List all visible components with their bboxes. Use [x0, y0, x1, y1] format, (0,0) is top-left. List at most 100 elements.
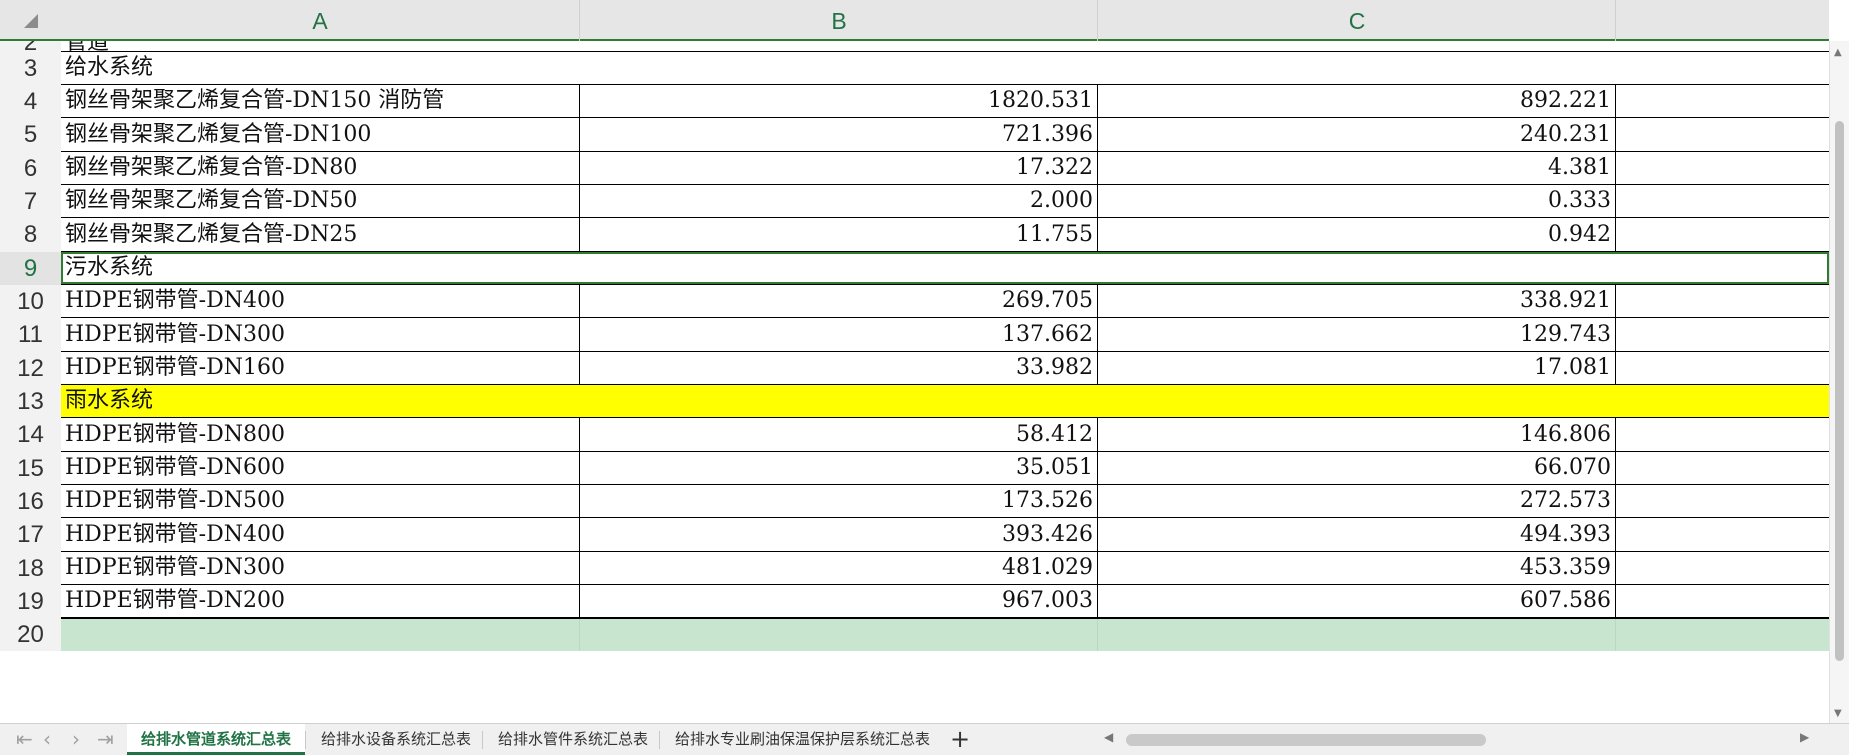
next-sheet-icon[interactable]: ›	[72, 727, 80, 751]
cell-c[interactable]: 146.806	[1097, 418, 1615, 452]
cell-a[interactable]: HDPE钢带管-DN200	[61, 585, 579, 618]
cell-c[interactable]: 453.359	[1097, 552, 1615, 585]
cell-d[interactable]	[1615, 85, 1829, 118]
table-row[interactable]: 20	[0, 618, 1829, 651]
row-number[interactable]: 4	[0, 85, 61, 118]
cell-d[interactable]	[1615, 585, 1829, 618]
column-header-c[interactable]: C	[1097, 0, 1616, 41]
row-number[interactable]: 2	[0, 41, 61, 55]
cell-d[interactable]	[1615, 218, 1829, 252]
section-row[interactable]: 13 雨水系统	[0, 385, 1829, 418]
cell-c[interactable]: 0.942	[1097, 218, 1615, 252]
cell-d[interactable]	[1615, 118, 1829, 152]
partial-cell[interactable]: 管道	[61, 41, 1829, 52]
table-row[interactable]: 6 钢丝骨架聚乙烯复合管-DN80 17.322 4.381	[0, 152, 1829, 185]
scroll-up-icon[interactable]: ▲	[1834, 47, 1842, 58]
sheet-tab[interactable]: 给排水管件系统汇总表	[484, 724, 662, 755]
row-number[interactable]: 7	[0, 185, 61, 218]
cell-d[interactable]	[1615, 485, 1829, 518]
cell-c[interactable]: 338.921	[1097, 285, 1615, 318]
cell-a[interactable]: HDPE钢带管-DN500	[61, 485, 579, 518]
section-title-cell[interactable]: 雨水系统	[61, 385, 1829, 418]
sheet-tab[interactable]: 给排水专业刷油保温保护层系统汇总表	[661, 724, 944, 755]
cell-a[interactable]: 钢丝骨架聚乙烯复合管-DN25	[61, 218, 579, 252]
cell-b[interactable]: 2.000	[579, 185, 1097, 218]
cell-c[interactable]: 66.070	[1097, 452, 1615, 485]
cell-b[interactable]: 17.322	[579, 152, 1097, 185]
last-sheet-icon[interactable]: ⇥	[97, 727, 114, 751]
cell-c[interactable]: 17.081	[1097, 352, 1615, 385]
table-row[interactable]: 11 HDPE钢带管-DN300 137.662 129.743	[0, 318, 1829, 352]
cell-c[interactable]: 0.333	[1097, 185, 1615, 218]
sheet-tab[interactable]: 给排水管道系统汇总表	[127, 724, 306, 755]
row-number[interactable]: 18	[0, 552, 61, 585]
row-number[interactable]: 6	[0, 152, 61, 185]
cell-b[interactable]: 11.755	[579, 218, 1097, 252]
cell-a[interactable]: HDPE钢带管-DN400	[61, 285, 579, 318]
cell-b[interactable]: 393.426	[579, 518, 1097, 552]
cell-c[interactable]: 607.586	[1097, 585, 1615, 618]
cell-c[interactable]: 240.231	[1097, 118, 1615, 152]
table-row[interactable]: 2管道	[0, 41, 1829, 55]
table-row[interactable]: 17 HDPE钢带管-DN400 393.426 494.393	[0, 518, 1829, 552]
table-row[interactable]: 15 HDPE钢带管-DN600 35.051 66.070	[0, 452, 1829, 485]
table-row[interactable]: 19 HDPE钢带管-DN200 967.003 607.586	[0, 585, 1829, 618]
add-sheet-icon[interactable]: +	[950, 724, 970, 754]
cell-d[interactable]	[1615, 518, 1829, 552]
section-row[interactable]: 3 给水系统	[0, 52, 1829, 85]
cell-b[interactable]: 481.029	[579, 552, 1097, 585]
select-all-corner[interactable]	[0, 0, 61, 41]
cell-d[interactable]	[1615, 318, 1829, 352]
cell-b[interactable]: 137.662	[579, 318, 1097, 352]
row-number[interactable]: 16	[0, 485, 61, 518]
prev-sheet-icon[interactable]: ‹	[43, 727, 51, 751]
cell-b[interactable]: 1820.531	[579, 85, 1097, 118]
row-number[interactable]: 11	[0, 318, 61, 352]
column-header-a[interactable]: A	[61, 0, 579, 41]
section-row[interactable]: 9 污水系统	[0, 252, 1829, 285]
cell-a[interactable]: 钢丝骨架聚乙烯复合管-DN150 消防管	[61, 85, 579, 118]
row-number[interactable]: 8	[0, 218, 61, 252]
row-number[interactable]: 17	[0, 518, 61, 552]
cell-a[interactable]: HDPE钢带管-DN300	[61, 318, 579, 352]
column-header-d[interactable]	[1615, 0, 1830, 41]
row-number[interactable]: 19	[0, 585, 61, 618]
sheet-tab[interactable]: 给排水设备系统汇总表	[307, 724, 485, 755]
cell-c[interactable]: 272.573	[1097, 485, 1615, 518]
cell-c[interactable]: 892.221	[1097, 85, 1615, 118]
cell-d[interactable]	[1615, 152, 1829, 185]
cell-b[interactable]: 58.412	[579, 418, 1097, 452]
section-title-cell[interactable]: 污水系统	[61, 252, 1829, 285]
vertical-scrollbar[interactable]: ▲ ▼	[1829, 41, 1849, 723]
horizontal-scroll-thumb[interactable]	[1126, 734, 1486, 746]
row-number[interactable]: 5	[0, 118, 61, 152]
scroll-down-icon[interactable]: ▼	[1834, 708, 1842, 719]
cell-d[interactable]	[1615, 618, 1829, 651]
cell-c[interactable]: 494.393	[1097, 518, 1615, 552]
cell-b[interactable]: 35.051	[579, 452, 1097, 485]
spreadsheet-grid[interactable]: 2管道3给水系统4钢丝骨架聚乙烯复合管-DN150 消防管1820.531892…	[0, 41, 1829, 723]
column-header-b[interactable]: B	[579, 0, 1098, 41]
row-number[interactable]: 20	[0, 618, 61, 651]
cell-a[interactable]: HDPE钢带管-DN600	[61, 452, 579, 485]
table-row[interactable]: 10 HDPE钢带管-DN400 269.705 338.921	[0, 285, 1829, 318]
row-number[interactable]: 9	[0, 252, 61, 285]
first-sheet-icon[interactable]: ⇤	[16, 727, 33, 751]
cell-a[interactable]: 钢丝骨架聚乙烯复合管-DN50	[61, 185, 579, 218]
cell-d[interactable]	[1615, 185, 1829, 218]
cell-a[interactable]: HDPE钢带管-DN800	[61, 418, 579, 452]
cell-a[interactable]: 钢丝骨架聚乙烯复合管-DN100	[61, 118, 579, 152]
cell-d[interactable]	[1615, 552, 1829, 585]
table-row[interactable]: 5 钢丝骨架聚乙烯复合管-DN100 721.396 240.231	[0, 118, 1829, 152]
table-row[interactable]: 16 HDPE钢带管-DN500 173.526 272.573	[0, 485, 1829, 518]
table-row[interactable]: 7 钢丝骨架聚乙烯复合管-DN50 2.000 0.333	[0, 185, 1829, 218]
cell-d[interactable]	[1615, 452, 1829, 485]
table-row[interactable]: 8 钢丝骨架聚乙烯复合管-DN25 11.755 0.942	[0, 218, 1829, 252]
cell-c[interactable]	[1097, 618, 1615, 651]
row-number[interactable]: 13	[0, 385, 61, 418]
table-row[interactable]: 12 HDPE钢带管-DN160 33.982 17.081	[0, 352, 1829, 385]
cell-b[interactable]: 33.982	[579, 352, 1097, 385]
cell-a[interactable]: HDPE钢带管-DN300	[61, 552, 579, 585]
cell-c[interactable]: 129.743	[1097, 318, 1615, 352]
row-number[interactable]: 12	[0, 352, 61, 385]
